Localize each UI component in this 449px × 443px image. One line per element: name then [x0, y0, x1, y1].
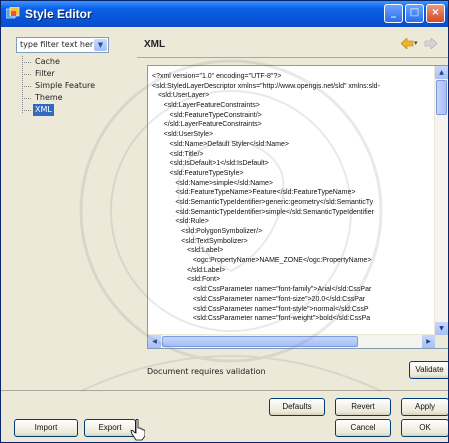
arrow-down-icon: ▼ — [439, 325, 444, 332]
xml-line: <sld:FeatureTypeStyle> — [152, 169, 244, 177]
tree-connector — [22, 62, 31, 63]
xml-line: <sld:Name>simple</sld:Name> — [152, 179, 273, 187]
scroll-up-button[interactable]: ▲ — [435, 66, 448, 79]
tree-item-label: Filter — [35, 69, 55, 78]
button-bar-divider — [1, 390, 448, 391]
tree-item-label: Simple Feature — [35, 81, 96, 90]
xml-line: <sld:StyledLayerDescriptor xmlns="http:/… — [152, 82, 380, 90]
scroll-right-button[interactable]: ▶ — [422, 335, 435, 348]
forward-button[interactable] — [424, 37, 438, 50]
back-button[interactable] — [400, 37, 415, 50]
xml-line: <sld:FeatureTypeConstraint/> — [152, 111, 262, 119]
import-button[interactable]: Import — [14, 419, 78, 437]
xml-line: <sld:CssParameter name="font-weight">bol… — [152, 315, 371, 323]
filter-dropdown-button[interactable]: ▼ — [94, 39, 107, 51]
xml-line: <sld:Name>Default Styler</sld:Name> — [152, 140, 289, 148]
xml-editor[interactable]: <?xml version="1.0" encoding="UTF-8"?> <s… — [147, 65, 448, 349]
history-menu-button[interactable]: ▾ — [414, 39, 422, 51]
tree-item-label: Theme — [35, 93, 63, 102]
xml-line: <sld:CssParameter name="font-style">norm… — [152, 305, 369, 313]
xml-line: <sld:CssParameter name="font-size">20.0<… — [152, 295, 366, 303]
ok-button[interactable]: OK — [401, 419, 448, 437]
close-button[interactable]: × — [426, 4, 445, 23]
vertical-scrollbar[interactable]: ▲ ▼ — [434, 66, 448, 335]
xml-line: <sld:SemanticTypeIdentifier>generic:geom… — [152, 198, 374, 206]
xml-line: <sld:IsDefault>1</sld:IsDefault> — [152, 160, 269, 168]
xml-text-area[interactable]: <?xml version="1.0" encoding="UTF-8"?> <s… — [152, 72, 434, 334]
xml-line: <sld:UserStyle> — [152, 131, 214, 139]
forward-arrow-icon — [424, 37, 438, 50]
scroll-down-button[interactable]: ▼ — [435, 322, 448, 335]
xml-line: <sld:Font> — [152, 276, 221, 284]
tree-connector-line — [22, 56, 23, 113]
scroll-left-button[interactable]: ◀ — [148, 335, 161, 348]
vertical-scroll-thumb[interactable] — [436, 80, 447, 115]
filter-combo[interactable]: type filter text her ▼ — [16, 37, 109, 53]
xml-line: </sld:Label> — [152, 266, 226, 274]
arrow-right-icon: ▶ — [426, 338, 431, 345]
mouse-pointer-icon — [130, 419, 145, 441]
horizontal-scroll-thumb[interactable] — [162, 336, 358, 347]
page-title: XML — [144, 39, 166, 50]
scroll-corner — [435, 335, 448, 348]
defaults-button[interactable]: Defaults — [269, 398, 325, 416]
arrow-left-icon: ◀ — [152, 338, 157, 345]
xml-line: <sld:Rule> — [152, 218, 209, 226]
xml-line: <sld:Title/> — [152, 150, 204, 158]
cancel-button[interactable]: Cancel — [335, 419, 391, 437]
xml-line: <sld:CssParameter name="font-family">Ari… — [152, 286, 372, 294]
tree-item-label: XML — [33, 104, 54, 116]
tree-connector — [22, 98, 31, 99]
tree-connector — [22, 110, 31, 111]
xml-line: <sld:LayerFeatureConstraints> — [152, 102, 260, 110]
filter-input[interactable]: type filter text her — [20, 40, 96, 49]
arrow-up-icon: ▲ — [439, 69, 444, 76]
minimize-button[interactable]: _ — [384, 4, 403, 23]
close-icon: × — [431, 7, 440, 18]
back-arrow-icon — [400, 37, 414, 50]
header-divider — [137, 57, 448, 58]
apply-button[interactable]: Apply — [401, 398, 448, 416]
style-editor-icon — [6, 7, 20, 19]
revert-button[interactable]: Revert — [335, 398, 391, 416]
horizontal-scrollbar[interactable]: ◀ ▶ — [148, 334, 435, 348]
tree-connector — [22, 86, 31, 87]
chevron-down-icon: ▼ — [97, 41, 104, 49]
validation-status: Document requires validation — [147, 367, 266, 376]
preference-tree: Cache Filter Simple Feature Theme XML — [16, 56, 109, 396]
title-bar[interactable]: Style Editor _ □ × — [1, 1, 448, 27]
xml-line: <sld:Label> — [152, 247, 224, 255]
tree-item-label: Cache — [35, 57, 60, 66]
tree-connector — [22, 74, 31, 75]
xml-line: <?xml version="1.0" encoding="UTF-8"?> — [152, 73, 282, 80]
xml-line: <sld:PolygonSymbolizer/> — [152, 228, 263, 235]
history-menu-icon: ▾ — [414, 39, 418, 47]
xml-line: <sld:TextSymbolizer> — [152, 237, 248, 245]
xml-line: <ogc:PropertyName>NAME_ZONE</ogc:Propert… — [152, 257, 372, 265]
minimize-icon: _ — [391, 7, 396, 18]
xml-line: <sld:SemanticTypeIdentifier>simple</sld:… — [152, 208, 374, 216]
xml-line: <sld:UserLayer> — [152, 92, 210, 100]
xml-line: <sld:FeatureTypeName>Feature</sld:Featur… — [152, 189, 356, 197]
maximize-button[interactable]: □ — [405, 4, 424, 23]
maximize-icon: □ — [409, 7, 420, 18]
xml-line: </sld:LayerFeatureConstraints> — [152, 121, 262, 129]
style-editor-window: Style Editor _ □ × type filter text her … — [0, 0, 449, 443]
validate-button[interactable]: Validate — [409, 361, 448, 379]
window-title: Style Editor — [25, 7, 92, 21]
